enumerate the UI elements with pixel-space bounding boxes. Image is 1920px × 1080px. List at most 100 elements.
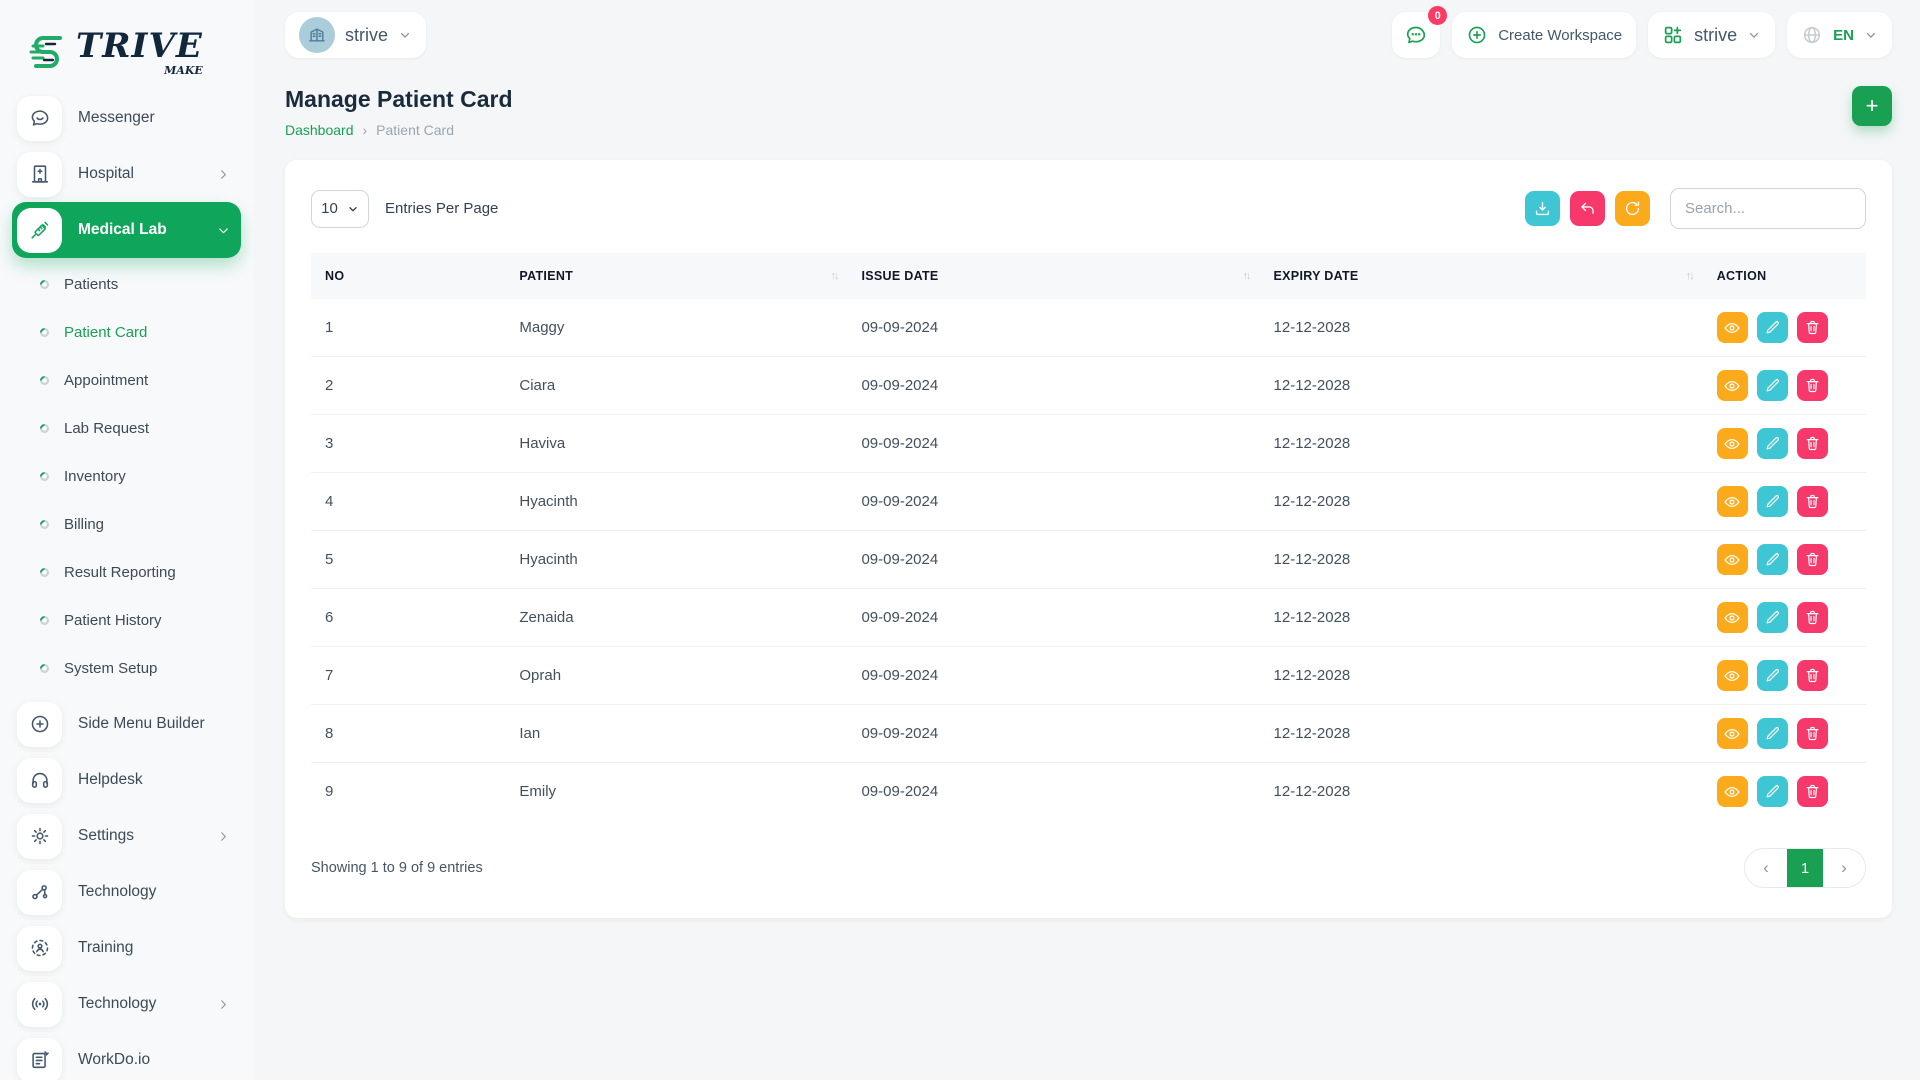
sidebar-item-settings[interactable]: Settings [12,808,241,864]
view-button[interactable] [1716,370,1748,401]
pencil-icon [1764,319,1781,336]
undo-button[interactable] [1570,191,1605,226]
workspace-switcher[interactable]: strive [285,12,427,58]
delete-button[interactable] [1796,660,1828,691]
sidebar-item-medical-lab[interactable]: Medical Lab [12,202,241,258]
cell-actions [1702,762,1866,820]
cell-issue_date: 09-09-2024 [847,414,1260,473]
cell-no: 4 [311,472,506,531]
view-button[interactable] [1716,312,1748,343]
sidebar-item-helpdesk[interactable]: Helpdesk [12,752,241,808]
brand-logo[interactable]: TRIVE MAKE [0,10,253,76]
sidebar-subitem-patient-history[interactable]: Patient History [12,596,241,644]
edit-button[interactable] [1756,544,1788,575]
delete-button[interactable] [1796,718,1828,749]
sidebar-item-messenger[interactable]: Messenger [12,90,241,146]
view-button[interactable] [1716,428,1748,459]
edit-button[interactable] [1756,776,1788,807]
cell-issue_date: 09-09-2024 [847,588,1260,647]
search-input[interactable] [1670,188,1866,229]
sidebar-subitem-lab-request[interactable]: Lab Request [12,404,241,452]
download-icon [1533,199,1552,218]
view-button[interactable] [1716,544,1748,575]
view-button[interactable] [1716,660,1748,691]
pencil-icon [1764,667,1781,684]
sidebar-subitem-patient-card[interactable]: Patient Card [12,308,241,356]
delete-button[interactable] [1796,428,1828,459]
broadcast-icon [17,981,62,1027]
eye-icon [1723,493,1741,511]
delete-button[interactable] [1796,486,1828,517]
column-header-patient[interactable]: PATIENT ↑↓ [505,253,847,299]
delete-button[interactable] [1796,776,1828,807]
sidebar-item-side-menu-builder[interactable]: Side Menu Builder [12,696,241,752]
eye-icon [1723,319,1741,337]
plus-circle-icon [17,701,62,747]
bullet-icon [38,469,51,483]
column-header-issue_date[interactable]: ISSUE DATE ↑↓ [847,253,1259,299]
trash-icon [1804,783,1821,800]
refresh-button[interactable] [1615,191,1650,226]
pagination-next-button[interactable]: › [1823,849,1865,887]
trash-icon [1804,319,1821,336]
column-header-expiry_date[interactable]: EXPIRY DATE ↑↓ [1260,253,1703,299]
view-button[interactable] [1716,776,1748,807]
entries-per-page-select[interactable]: 10 [311,189,369,228]
sidebar-item-label: Training [78,939,134,956]
cell-expiry_date: 12-12-2028 [1259,762,1703,820]
edit-button[interactable] [1756,312,1788,343]
sidebar-item-training[interactable]: Training [12,920,241,976]
breadcrumb-dashboard-link[interactable]: Dashboard [285,122,354,138]
hospital-icon [17,151,62,197]
sidebar-subitem-label: Billing [64,515,105,533]
eye-icon [1723,609,1741,627]
cell-issue_date: 09-09-2024 [847,530,1260,589]
sidebar-subitem-inventory[interactable]: Inventory [12,452,241,500]
create-workspace-button[interactable]: Create Workspace [1452,12,1637,58]
sidebar-item-label: Helpdesk [78,771,143,788]
messages-button[interactable]: 0 [1392,6,1448,58]
edit-button[interactable] [1756,486,1788,517]
edit-button[interactable] [1756,718,1788,749]
edit-button[interactable] [1756,428,1788,459]
sidebar-item-technology[interactable]: Technology [12,864,241,920]
language-switcher[interactable]: EN [1787,12,1892,58]
cell-patient: Maggy [519,319,565,336]
sort-icon[interactable]: ↑↓ [1686,270,1695,282]
delete-button[interactable] [1796,544,1828,575]
add-patient-card-button[interactable]: + [1852,86,1892,126]
sidebar-subitem-patients[interactable]: Patients [12,260,241,308]
edit-button[interactable] [1756,370,1788,401]
chevron-right-icon [216,997,231,1012]
pagination-page-1[interactable]: 1 [1787,849,1823,887]
download-button[interactable] [1525,191,1560,226]
edit-button[interactable] [1756,660,1788,691]
edit-button[interactable] [1756,602,1788,633]
delete-button[interactable] [1796,312,1828,343]
cell-expiry_date: 12-12-2028 [1259,472,1703,531]
chat-bubble-icon [1404,23,1428,47]
sidebar-subitem-system-setup[interactable]: System Setup [12,644,241,692]
view-button[interactable] [1716,602,1748,633]
bullet-icon [38,373,51,387]
trash-icon [1804,551,1821,568]
view-button[interactable] [1716,486,1748,517]
sidebar-subitem-label: Result Reporting [64,563,176,581]
sidebar-item-hospital[interactable]: Hospital [12,146,241,202]
cell-issue_date: 09-09-2024 [847,356,1260,415]
delete-button[interactable] [1796,602,1828,633]
delete-button[interactable] [1796,370,1828,401]
sidebar-subitem-result-reporting[interactable]: Result Reporting [12,548,241,596]
sidebar-item-label: Side Menu Builder [78,715,205,732]
sidebar-item-workdo-io[interactable]: WorkDo.io [12,1032,241,1080]
sidebar-subitem-billing[interactable]: Billing [12,500,241,548]
view-button[interactable] [1716,718,1748,749]
pagination-prev-button[interactable]: ‹ [1745,849,1787,887]
cell-patient: Haviva [505,414,848,473]
sidebar-item-technology-2[interactable]: Technology [12,976,241,1032]
app-switcher[interactable]: strive [1648,12,1776,58]
trash-icon [1804,725,1821,742]
sort-icon[interactable]: ↑↓ [1243,270,1252,282]
sidebar-subitem-appointment[interactable]: Appointment [12,356,241,404]
sort-icon[interactable]: ↑↓ [830,270,839,282]
